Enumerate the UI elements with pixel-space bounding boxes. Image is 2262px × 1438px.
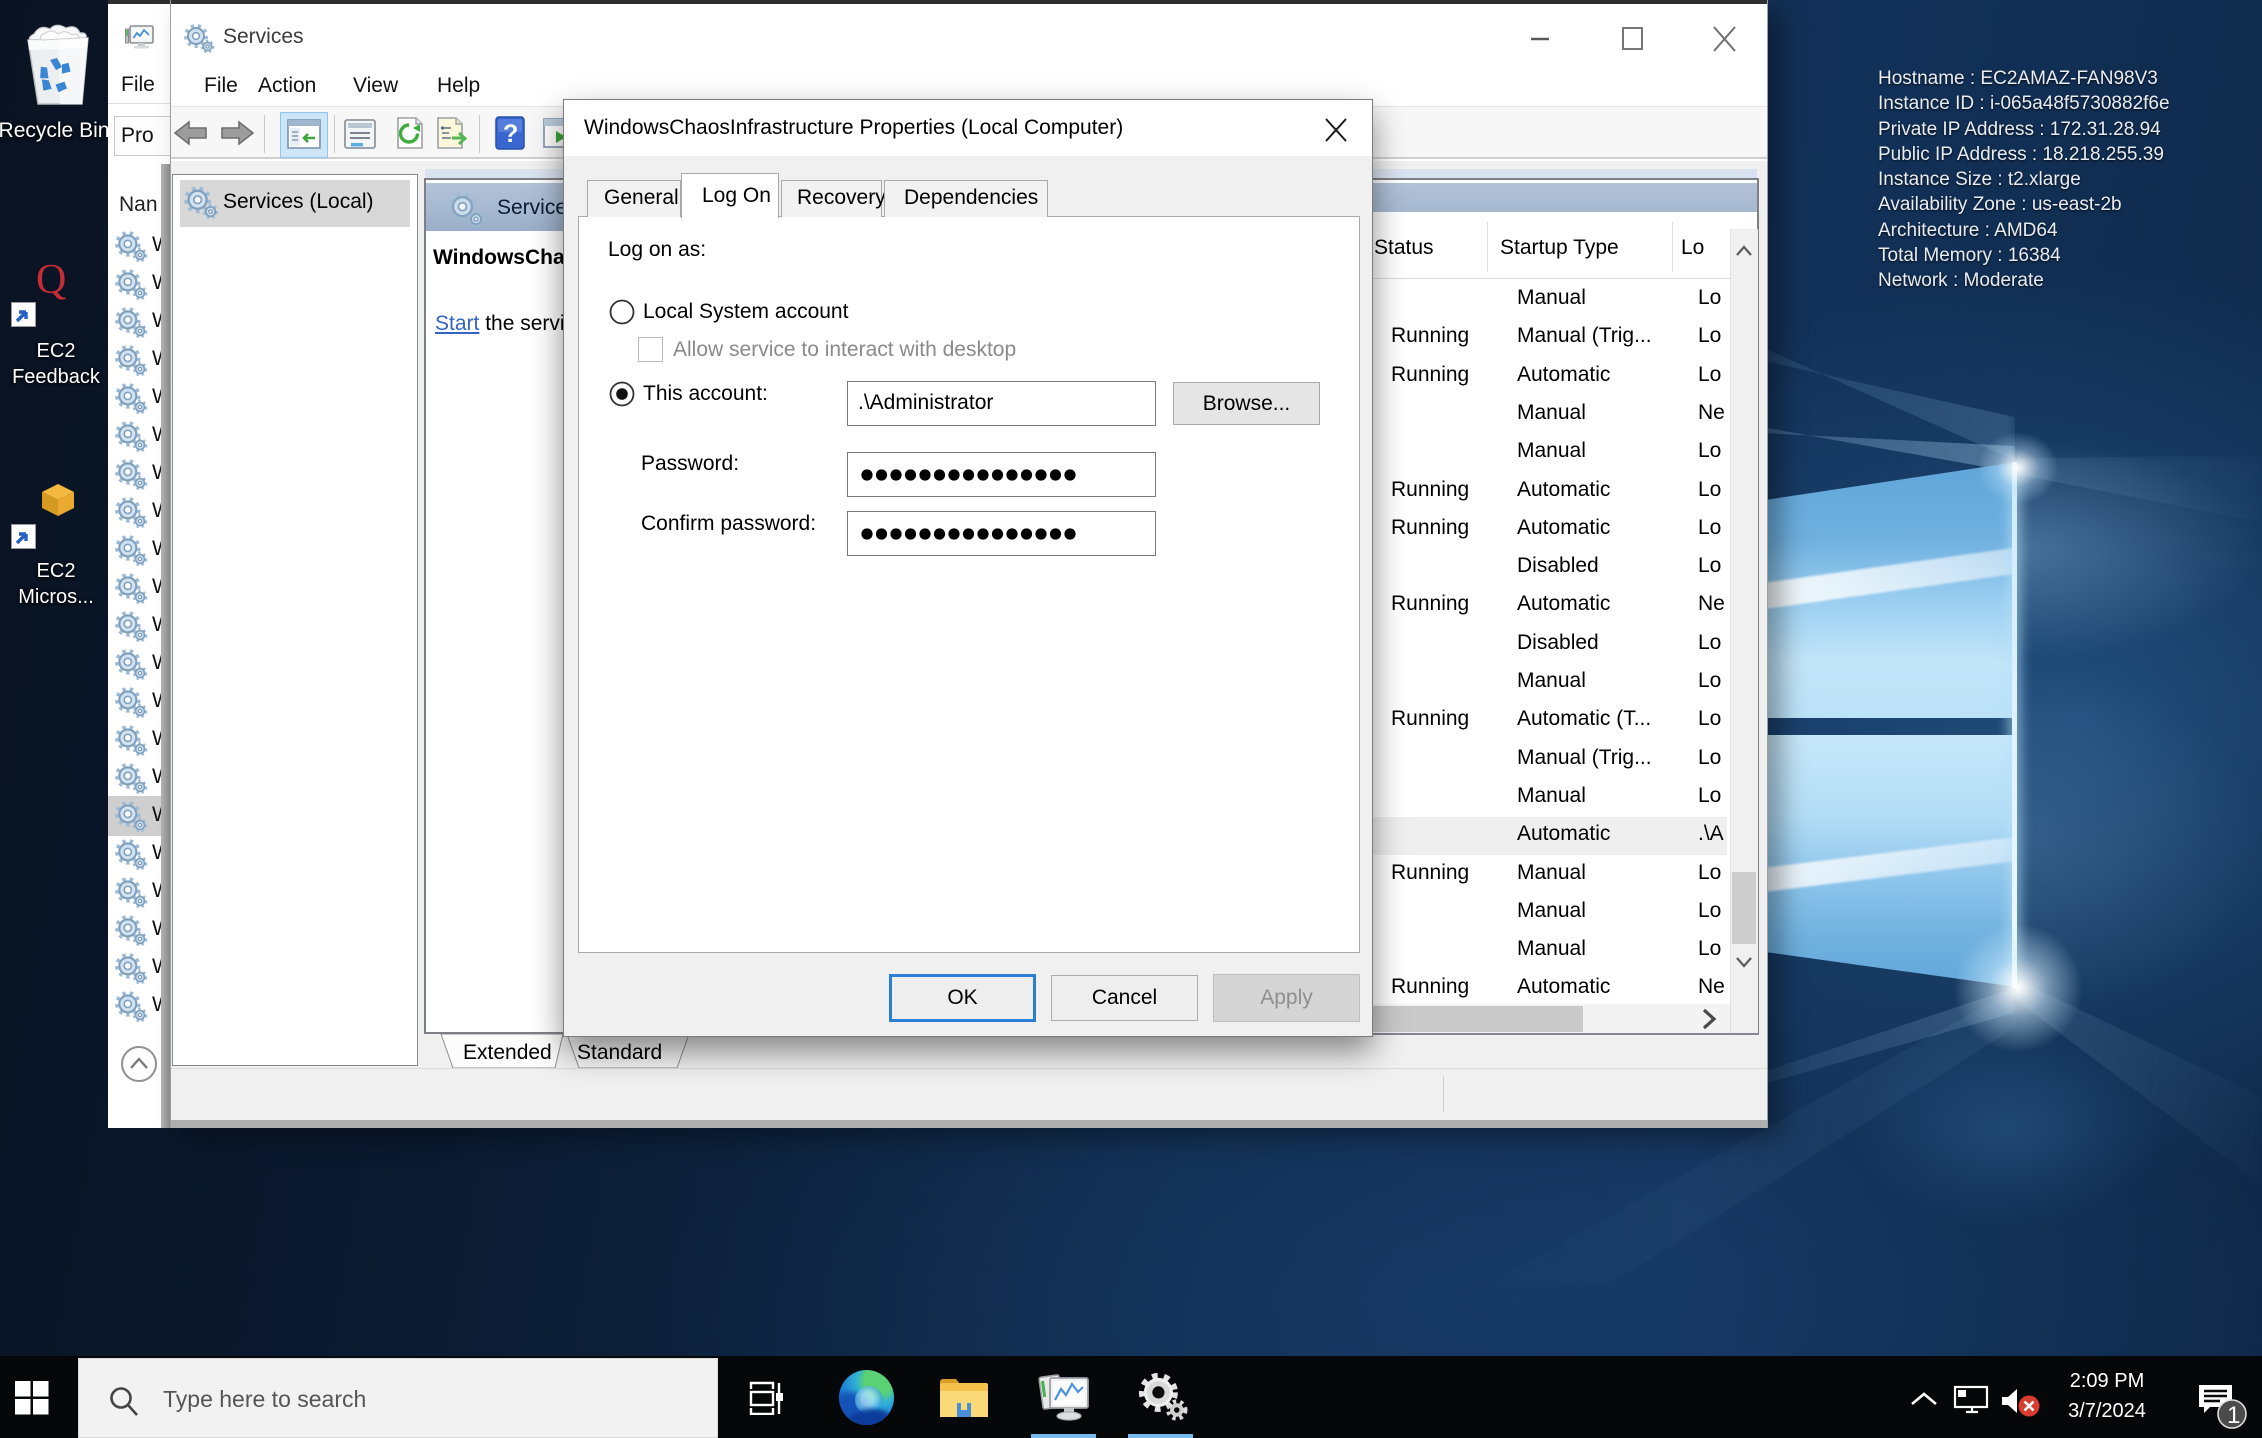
svg-text:?: ? (503, 120, 518, 148)
svg-text:Standard: Standard (577, 1041, 662, 1064)
svg-text:Extended: Extended (463, 1041, 552, 1064)
svg-text:1: 1 (2227, 1402, 2240, 1429)
